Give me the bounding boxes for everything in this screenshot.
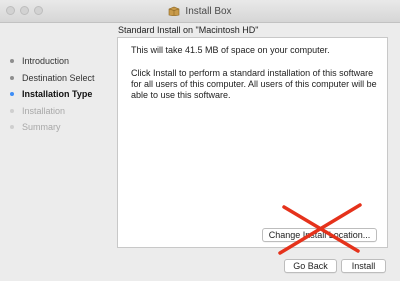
content-panel: This will take 41.5 MB of space on your … [117, 37, 388, 248]
step-introduction: Introduction [10, 53, 115, 70]
step-label: Installation Type [22, 89, 93, 100]
space-required-text: This will take 41.5 MB of space on your … [131, 45, 330, 55]
step-label: Installation [22, 105, 66, 116]
step-summary: Summary [10, 119, 115, 136]
step-dot-icon [10, 108, 14, 113]
window-title: Install Box [185, 5, 232, 17]
step-label: Destination Select [22, 72, 95, 83]
install-button[interactable]: Install [341, 259, 386, 273]
step-label: Introduction [22, 56, 70, 67]
steps-sidebar: Introduction Destination Select Installa… [10, 53, 115, 136]
step-installation: Installation [10, 103, 115, 120]
step-dot-icon [10, 75, 14, 80]
window-title-area: Install Box [0, 0, 400, 22]
step-dot-icon [10, 92, 14, 97]
installer-window: Install Box Introduction Destination Sel… [0, 0, 400, 281]
step-dot-icon [10, 59, 14, 64]
go-back-button[interactable]: Go Back [284, 259, 337, 273]
step-installation-type: Installation Type [10, 86, 115, 103]
change-install-location-button[interactable]: Change Install Location... [262, 228, 377, 242]
content-heading: Standard Install on "Macintosh HD" [118, 25, 259, 35]
title-bar[interactable]: Install Box [0, 0, 400, 23]
step-dot-icon [10, 125, 14, 130]
step-destination-select: Destination Select [10, 70, 115, 87]
install-description-text: Click Install to perform a standard inst… [131, 68, 377, 100]
package-icon [168, 6, 180, 16]
step-label: Summary [22, 122, 61, 133]
